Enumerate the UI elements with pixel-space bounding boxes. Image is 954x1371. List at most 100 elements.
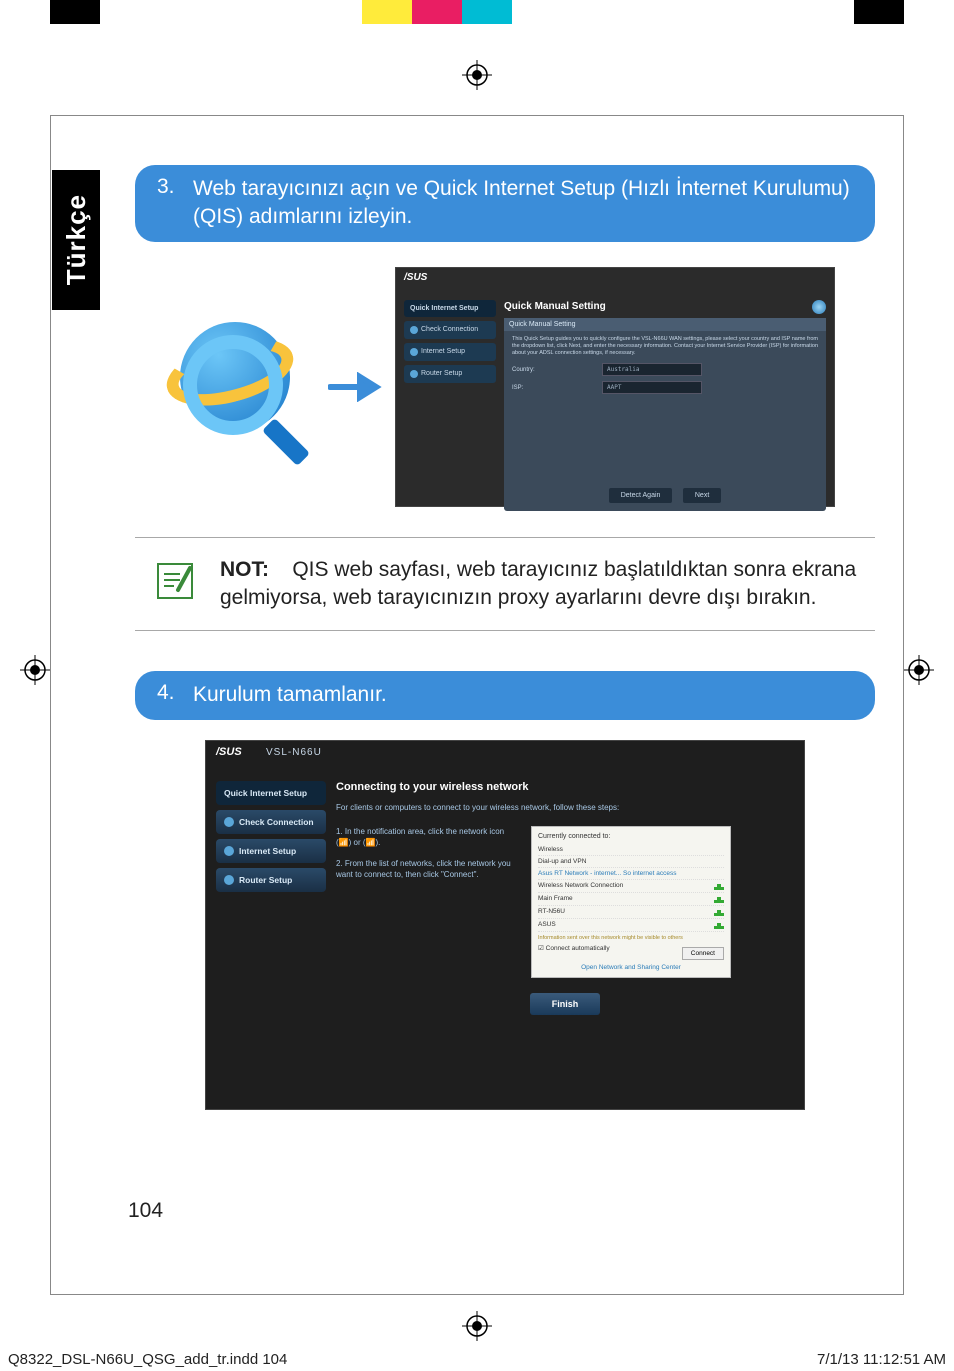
wifi-popup: Currently connected to: Wireless Dial-up… (531, 826, 731, 978)
wifi-signal-icon (714, 895, 724, 903)
popup-label: Main Frame (538, 895, 573, 902)
panel-header: Quick Manual Setting (504, 318, 826, 331)
note-text: NOT: QIS web sayfası, web tarayıcınız ba… (220, 556, 875, 613)
page-number: 104 (128, 1199, 163, 1223)
auto-connect-label: ☑ Connect automatically (538, 945, 610, 952)
sidebar-label: Router Setup (421, 370, 462, 377)
sidebar-item: Internet Setup (216, 839, 326, 863)
browser-magnifier-icon (155, 307, 315, 467)
popup-label: Wireless Network Connection (538, 882, 623, 889)
step-dot-icon (410, 370, 418, 378)
panel-title: Connecting to your wireless network (336, 781, 794, 793)
note-icon (150, 556, 200, 606)
router-ui-screenshot-1: /SUS Quick Internet Setup Check Connecti… (395, 267, 835, 507)
sidebar-item: Check Connection (404, 321, 496, 339)
popup-row: Dial-up and VPN (538, 856, 724, 868)
step-dot-icon (410, 326, 418, 334)
step-text: Kurulum tamamlanır. (193, 681, 853, 709)
main-panel: Quick Manual Setting Quick Manual Settin… (504, 300, 826, 498)
panel-subtitle: For clients or computers to connect to y… (336, 803, 794, 812)
language-tab: Türkçe (52, 170, 100, 310)
instruction-2: 2. From the list of networks, click the … (336, 858, 516, 880)
sidebar-item: Router Setup (216, 868, 326, 892)
isp-select: AAPT (602, 381, 702, 394)
popup-row: Main Frame (538, 893, 724, 906)
popup-auto-row: ☑ Connect automatically Connect (538, 944, 724, 952)
popup-warning: Information sent over this network might… (538, 932, 724, 944)
registration-mark-icon (904, 655, 934, 685)
button-row: Detect Again Next (512, 484, 818, 503)
content-columns: 1. In the notification area, click the n… (336, 826, 794, 978)
sidebar-label: Internet Setup (239, 846, 296, 856)
sidebar-item: Check Connection (216, 810, 326, 834)
main-panel: Connecting to your wireless network For … (336, 781, 794, 1099)
router-ui-screenshot-2: /SUS VSL-N66U Quick Internet Setup Check… (205, 740, 805, 1110)
wifi-signal-icon (714, 908, 724, 916)
popup-header: Currently connected to: (538, 833, 724, 840)
country-row: Country: Australia (512, 363, 818, 376)
step-3-bar: 3. Web tarayıcınızı açın ve Quick Intern… (135, 165, 875, 242)
model-label: VSL-N66U (266, 747, 322, 758)
sidebar-label: Router Setup (239, 875, 292, 885)
popup-label: Dial-up and VPN (538, 858, 586, 865)
steps-column: 1. In the notification area, click the n… (336, 826, 516, 978)
panel-description: This Quick Setup guides you to quickly c… (512, 336, 818, 357)
finish-button: Finish (530, 993, 601, 1015)
note-label: NOT: (220, 558, 269, 581)
settings-panel: Quick Manual Setting This Quick Setup gu… (504, 318, 826, 511)
detect-again-button: Detect Again (609, 488, 673, 503)
sidebar-label: Internet Setup (421, 348, 465, 355)
print-footer: Q8322_DSL-N66U_QSG_add_tr.indd 104 7/1/1… (0, 1351, 954, 1368)
footer-timestamp: 7/1/13 11:12:51 AM (817, 1351, 946, 1368)
page-content: 3. Web tarayıcınızı açın ve Quick Intern… (135, 165, 875, 1110)
country-label: Country: (512, 367, 602, 373)
sidebar-label: Check Connection (421, 326, 478, 333)
popup-row: Wireless Network Connection (538, 880, 724, 893)
sidebar-item: Internet Setup (404, 343, 496, 361)
step-text: Web tarayıcınızı açın ve Quick Internet … (193, 175, 853, 232)
popup-row: RT-N56U (538, 906, 724, 919)
popup-label: Asus RT Network - internet... So interne… (538, 870, 676, 877)
instruction-1: 1. In the notification area, click the n… (336, 826, 516, 848)
isp-row: ISP: AAPT (512, 381, 818, 394)
next-button: Next (683, 488, 721, 503)
finish-row: Finish (336, 993, 794, 1015)
step-number: 3. (157, 175, 179, 232)
footer-filename: Q8322_DSL-N66U_QSG_add_tr.indd 104 (8, 1351, 287, 1368)
home-icon (812, 300, 826, 314)
sidebar-item: Router Setup (404, 365, 496, 383)
panel-title: Quick Manual Setting (504, 300, 826, 314)
step-dot-icon (224, 875, 234, 885)
print-color-bar (0, 0, 954, 24)
popup-row: Asus RT Network - internet... So interne… (538, 868, 724, 880)
title-text: Quick Manual Setting (504, 301, 606, 312)
wifi-signal-icon (714, 882, 724, 890)
arrow-right-icon (325, 372, 385, 402)
popup-link: Open Network and Sharing Center (538, 960, 724, 971)
step-number: 4. (157, 681, 179, 709)
illustration-row: /SUS Quick Internet Setup Check Connecti… (135, 267, 875, 507)
note-block: NOT: QIS web sayfası, web tarayıcınız ba… (135, 537, 875, 632)
popup-row: Wireless (538, 844, 724, 856)
sidebar-title: Quick Internet Setup (404, 300, 496, 317)
connect-button: Connect (682, 947, 724, 960)
registration-mark-icon (462, 1311, 492, 1341)
step-dot-icon (224, 817, 234, 827)
country-select: Australia (602, 363, 702, 376)
popup-label: ASUS (538, 921, 556, 928)
brand-logo: /SUS (216, 746, 242, 758)
note-body: QIS web sayfası, web tarayıcınız başlatı… (220, 558, 856, 609)
popup-row: ASUS (538, 919, 724, 932)
popup-label: RT-N56U (538, 908, 565, 915)
language-label: Türkçe (61, 194, 92, 285)
step-4-bar: 4. Kurulum tamamlanır. (135, 671, 875, 719)
sidebar: Quick Internet Setup Check Connection In… (404, 300, 496, 387)
sidebar: Quick Internet Setup Check Connection In… (216, 781, 326, 897)
sidebar-label: Check Connection (239, 817, 314, 827)
step-dot-icon (224, 846, 234, 856)
isp-label: ISP: (512, 385, 602, 391)
sidebar-title: Quick Internet Setup (216, 781, 326, 805)
step-dot-icon (410, 348, 418, 356)
popup-label: Wireless (538, 846, 563, 853)
registration-mark-icon (20, 655, 50, 685)
